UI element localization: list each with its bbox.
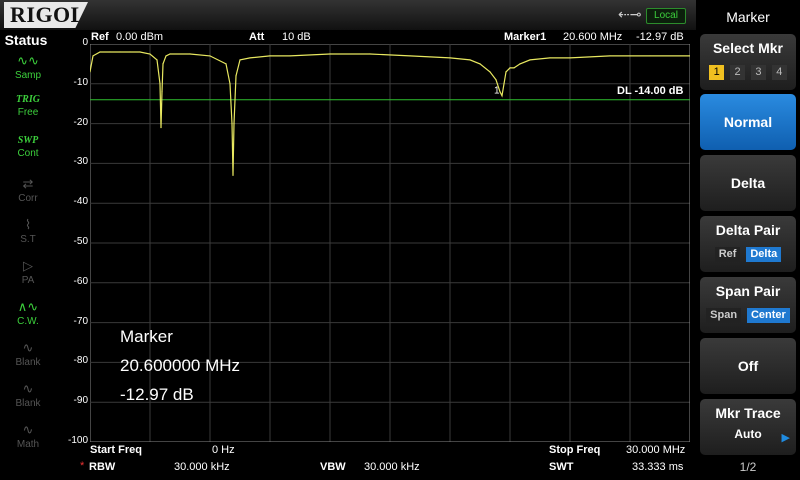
delta-pair-ref-option[interactable]: Ref <box>714 247 741 262</box>
delta-pair-delta-option[interactable]: Delta <box>746 247 782 262</box>
stop-freq-value[interactable]: 30.000 MHz <box>626 444 685 456</box>
y-tick-label: -100 <box>67 435 88 446</box>
normal-key[interactable]: Normal <box>700 94 796 150</box>
page-indicator[interactable]: 1/2 <box>700 460 796 474</box>
y-tick-label: -20 <box>73 116 88 128</box>
st-icon: ⌇ <box>24 217 32 232</box>
status-item-8: ∿ Blank <box>6 380 50 418</box>
normal-label: Normal <box>723 114 773 130</box>
local-badge[interactable]: Local <box>646 8 686 24</box>
pa-icon: ▷ <box>23 258 33 273</box>
status-item-label: Cont <box>17 148 39 159</box>
marker-label: Marker1 <box>504 31 547 43</box>
marker-3-option[interactable]: 3 <box>750 65 766 80</box>
status-item-label: Math <box>16 439 40 450</box>
off-label: Off <box>737 358 759 374</box>
status-item-3: ⇄ Corr <box>6 175 50 213</box>
status-item-label: C.W. <box>17 316 39 327</box>
status-item-label: Blank <box>15 398 41 409</box>
marker-4-option[interactable]: 4 <box>771 65 787 80</box>
att-label: Att <box>249 31 265 43</box>
span-pair-label: Span Pair <box>715 283 781 299</box>
delta-label: Delta <box>730 175 766 191</box>
marker-number: 1 <box>494 86 500 97</box>
status-item-0: ∿∿ Samp <box>6 52 50 90</box>
status-item-label: Blank <box>15 357 41 368</box>
rbw-value[interactable]: 30.000 kHz <box>174 461 230 473</box>
y-tick-label: -40 <box>73 196 88 208</box>
marker-freq: 20.600 MHz <box>563 31 623 43</box>
rbw-asterisk-icon: * <box>80 460 85 472</box>
marker-2-option[interactable]: 2 <box>730 65 746 80</box>
blank-icon: ∿ <box>22 340 34 355</box>
vbw-value[interactable]: 30.000 kHz <box>364 461 420 473</box>
marker-level: -12.97 dB <box>636 31 684 43</box>
delta-pair-label: Delta Pair <box>715 222 781 238</box>
y-tick-label: 0 <box>82 37 88 48</box>
off-key[interactable]: Off <box>700 338 796 394</box>
span-pair-key[interactable]: Span Pair Span Center <box>700 277 796 333</box>
start-freq-value[interactable]: 0 Hz <box>212 444 235 456</box>
status-item-label: PA <box>21 275 35 286</box>
rbw-label: RBW <box>89 461 116 473</box>
delta-pair-key[interactable]: Delta Pair Ref Delta <box>700 216 796 272</box>
mkr-trace-key[interactable]: Mkr Trace Auto ▶ <box>700 399 796 455</box>
stop-freq-label: Stop Freq <box>549 444 601 456</box>
display-line-label: DL -14.00 dB <box>617 85 684 97</box>
status-item-label: Free <box>17 107 39 118</box>
math-icon: ∿ <box>22 422 34 437</box>
status-item-label: Corr <box>18 193 38 204</box>
status-item-4: ⌇ S.T <box>6 216 50 254</box>
select-mkr-key[interactable]: Select Mkr 1 2 3 4 <box>700 34 796 90</box>
top-bar <box>0 0 696 30</box>
status-title: Status <box>4 32 48 48</box>
rigol-logo: RIGOL <box>4 2 88 28</box>
swt-value[interactable]: 33.333 ms <box>632 461 683 473</box>
status-item-9: ∿ Math <box>6 421 50 459</box>
vbw-label: VBW <box>320 461 346 473</box>
select-mkr-label: Select Mkr <box>712 40 784 56</box>
status-item-1: TRIG Free <box>6 93 50 131</box>
mkr-trace-label: Mkr Trace <box>715 405 781 421</box>
y-tick-label: -70 <box>73 315 88 327</box>
ref-label: Ref <box>91 31 109 43</box>
arrow-right-icon: ▶ <box>781 432 790 444</box>
cw-icon: ∧∿ <box>17 299 39 314</box>
blank-icon: ∿ <box>22 381 34 396</box>
y-tick-label: -10 <box>73 76 88 88</box>
status-item-2: SWP Cont <box>6 134 50 172</box>
marker-1-option[interactable]: 1 <box>709 65 725 80</box>
corr-icon: ⇄ <box>22 176 34 191</box>
att-value: 10 dB <box>282 31 311 43</box>
status-item-top: SWP <box>17 135 39 146</box>
y-tick-label: -50 <box>73 236 88 247</box>
delta-key[interactable]: Delta <box>700 155 796 211</box>
span-pair-span-option[interactable]: Span <box>706 308 742 323</box>
status-item-6: ∧∿ C.W. <box>6 298 50 336</box>
status-item-5: ▷ PA <box>6 257 50 295</box>
marker-readout-title: Marker <box>120 327 173 346</box>
sine-icon: ∿∿ <box>17 53 39 68</box>
start-freq-label: Start Freq <box>90 444 142 456</box>
ref-value: 0.00 dBm <box>116 31 164 43</box>
y-tick-label: -80 <box>73 355 88 367</box>
status-item-label: S.T <box>20 234 36 245</box>
usb-icon: ⇠⊸ <box>618 6 642 22</box>
panel-title: Marker <box>726 9 770 25</box>
marker-readout-level: -12.97 dB <box>120 385 194 404</box>
status-item-label: Samp <box>14 70 42 81</box>
y-tick-label: -30 <box>73 156 88 168</box>
marker-readout: Marker 20.600000 MHz -12.97 dB <box>120 322 240 409</box>
marker-readout-freq: 20.600000 MHz <box>120 356 241 375</box>
span-pair-center-option[interactable]: Center <box>746 308 790 323</box>
status-item-top: TRIG <box>16 94 40 105</box>
status-item-7: ∿ Blank <box>6 339 50 377</box>
y-tick-label: -60 <box>73 275 88 287</box>
y-tick-label: -90 <box>73 395 88 407</box>
swt-label: SWT <box>549 461 574 473</box>
